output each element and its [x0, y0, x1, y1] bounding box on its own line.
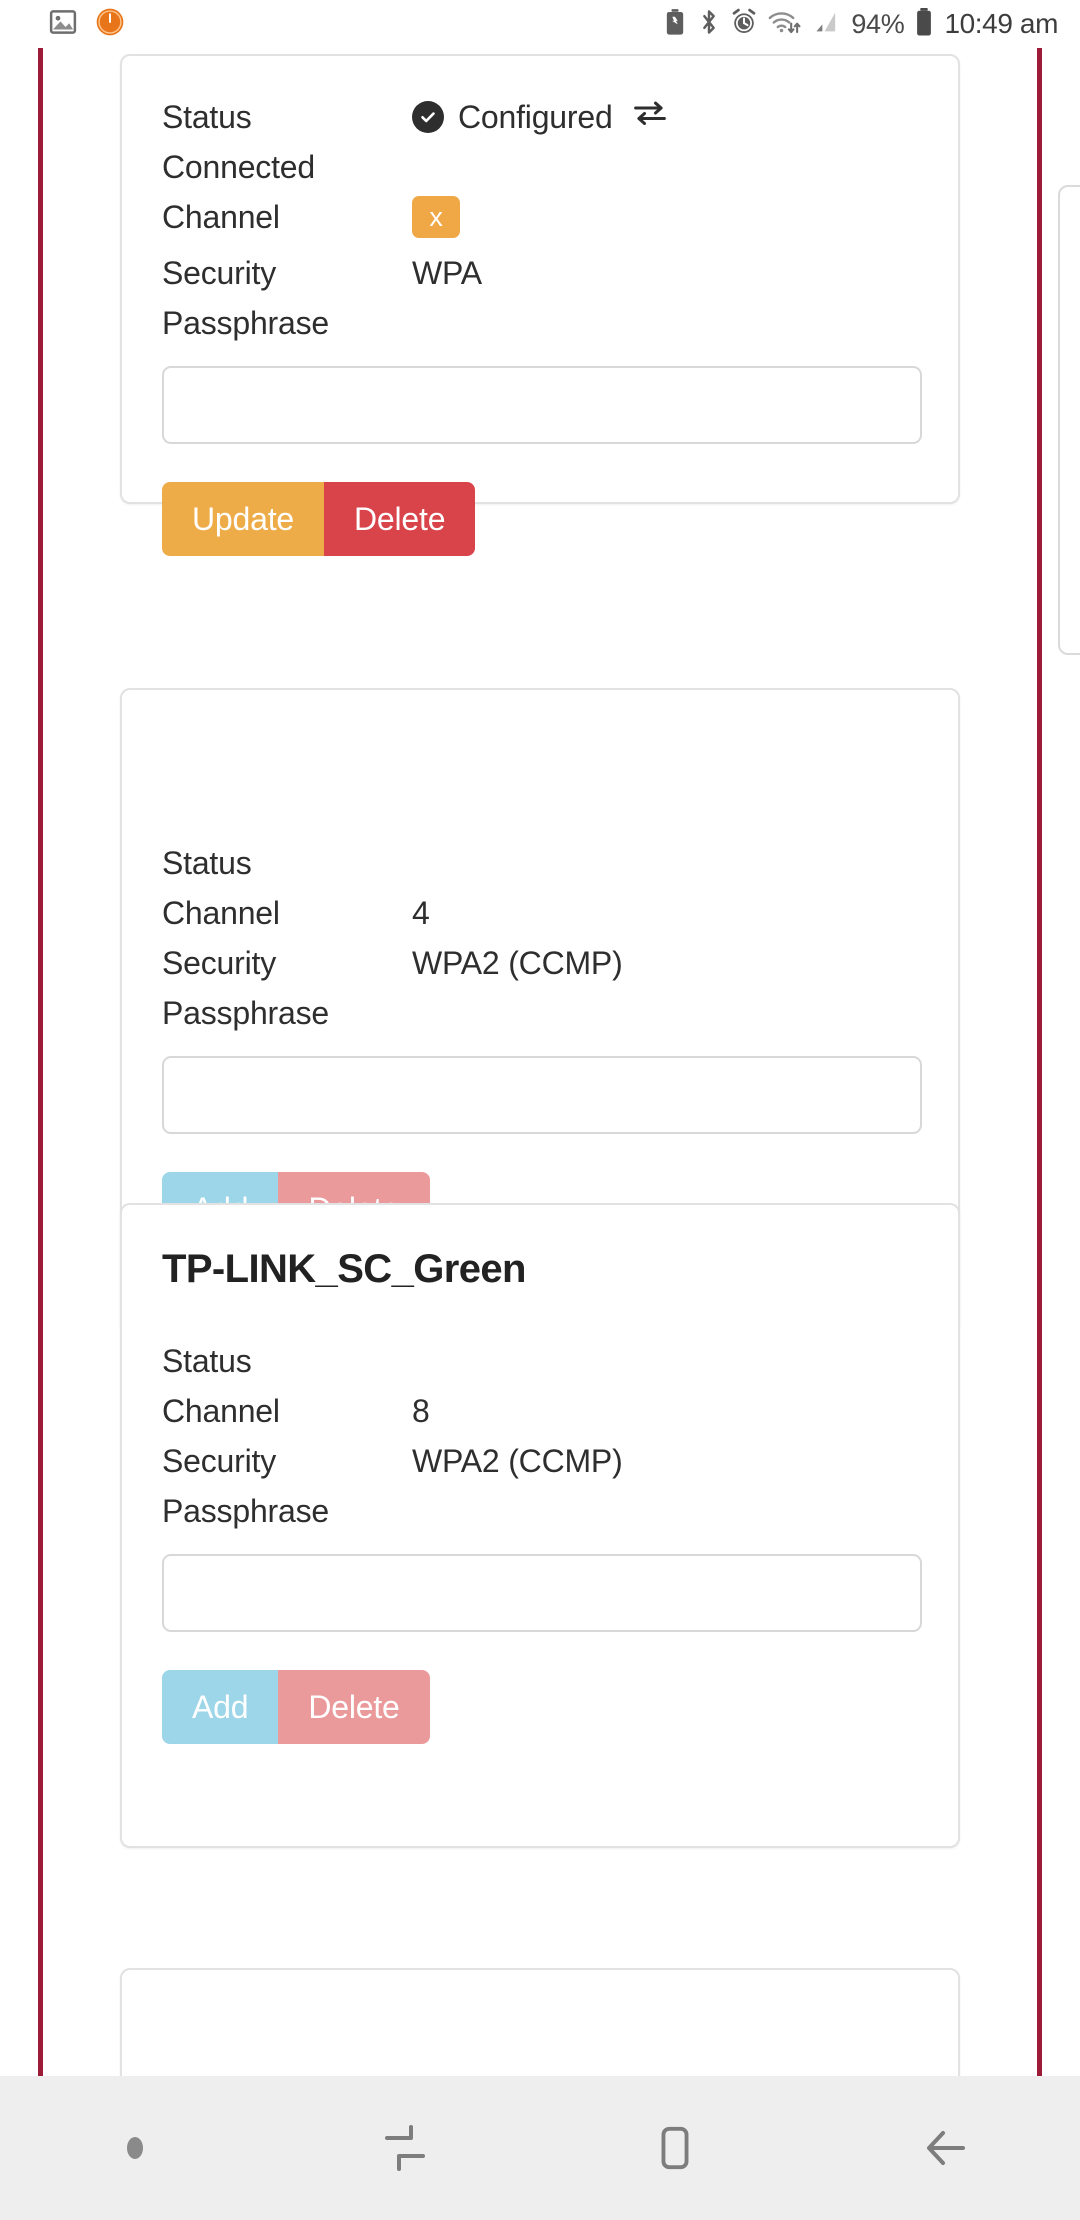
home-icon[interactable] — [540, 2076, 810, 2220]
wifi-data-transfer-icon — [767, 8, 803, 41]
network-ssid-title — [162, 690, 918, 742]
check-circle-icon — [412, 101, 444, 133]
security-label: Security — [162, 255, 276, 291]
back-icon[interactable] — [810, 2076, 1080, 2220]
security-row: Security WPA — [162, 248, 918, 298]
passphrase-input[interactable] — [162, 1554, 922, 1632]
security-row: Security WPA2 (CCMP) — [162, 938, 918, 988]
card-action-buttons: Update Delete — [162, 482, 476, 556]
network-ssid-title: TP-LINK_SC_Green — [162, 1247, 526, 1291]
cellular-signal-icon — [812, 8, 842, 41]
delete-button[interactable]: Delete — [324, 482, 476, 556]
channel-value: 4 — [412, 895, 430, 931]
status-bar-left-icons — [48, 6, 126, 43]
channel-value: 8 — [412, 1393, 430, 1429]
status-bar: 94% 10:49 am — [0, 0, 1080, 48]
security-value: WPA2 (CCMP) — [412, 945, 623, 981]
network-details: Status Channel 8 Security WPA2 (CCMP) Pa… — [162, 1336, 922, 1800]
security-value: WPA — [412, 255, 482, 291]
channel-label: Channel — [162, 199, 280, 235]
status-label: Status — [162, 845, 252, 881]
battery-saver-icon — [662, 8, 688, 41]
status-row: Status — [162, 1336, 918, 1386]
passphrase-row: Passphrase — [162, 298, 918, 348]
right-edge-rail — [1037, 48, 1042, 2076]
security-label: Security — [162, 945, 276, 981]
status-value-label: Configured — [458, 99, 613, 135]
security-row: Security WPA2 (CCMP) — [162, 1436, 918, 1486]
update-button[interactable]: Update — [162, 482, 324, 556]
add-button[interactable]: Add — [162, 1670, 279, 1744]
channel-chip-badge[interactable]: x — [412, 196, 460, 238]
connected-label: Connected — [162, 149, 315, 185]
channel-value: x — [412, 192, 918, 238]
passphrase-label: Passphrase — [162, 995, 329, 1031]
status-label: Status — [162, 99, 252, 135]
battery-percent-label: 94% — [851, 8, 905, 39]
passphrase-row: Passphrase — [162, 988, 918, 1038]
connected-row: Connected — [162, 142, 918, 192]
status-bar-right-icons: 94% 10:49 am — [662, 7, 1058, 42]
transfer-arrows-icon[interactable] — [633, 92, 667, 142]
android-navigation-bar — [0, 2076, 1080, 2220]
timer-orange-icon — [94, 6, 126, 43]
network-card-partial[interactable] — [120, 1968, 960, 2076]
left-edge-rail — [38, 48, 43, 2076]
passphrase-label: Passphrase — [162, 305, 329, 341]
status-label: Status — [162, 1343, 252, 1379]
clock-label: 10:49 am — [944, 8, 1058, 39]
network-card[interactable]: TP-LINK_SC_Green Status Channel 8 Securi… — [120, 1203, 960, 1848]
offscreen-card-peek[interactable] — [1058, 185, 1080, 655]
battery-full-icon — [913, 7, 935, 42]
status-row: Status — [162, 838, 918, 888]
nav-dot-indicator — [0, 2076, 270, 2220]
screenshot-image-icon — [48, 7, 78, 42]
delete-button[interactable]: Delete — [278, 1670, 430, 1744]
security-label: Security — [162, 1443, 276, 1479]
recents-icon[interactable] — [270, 2076, 540, 2220]
network-details: Status Configured Connected Channel x Se… — [162, 92, 922, 612]
network-list-scroll-area[interactable]: Status Configured Connected Channel x Se… — [0, 48, 1080, 2076]
status-value: Configured — [412, 92, 918, 142]
passphrase-input[interactable] — [162, 366, 922, 444]
security-value: WPA2 (CCMP) — [412, 1443, 623, 1479]
channel-row: Channel 4 — [162, 888, 918, 938]
status-row: Status Configured — [162, 92, 918, 142]
channel-label: Channel — [162, 895, 280, 931]
passphrase-input[interactable] — [162, 1056, 922, 1134]
channel-label: Channel — [162, 1393, 280, 1429]
channel-row: Channel x — [162, 192, 918, 242]
alarm-clock-icon — [730, 8, 758, 41]
card-action-buttons: Add Delete — [162, 1670, 430, 1744]
channel-row: Channel 8 — [162, 1386, 918, 1436]
passphrase-row: Passphrase — [162, 1486, 918, 1536]
bluetooth-icon — [697, 8, 721, 41]
passphrase-label: Passphrase — [162, 1493, 329, 1529]
network-card[interactable]: Status Configured Connected Channel x Se… — [120, 54, 960, 556]
